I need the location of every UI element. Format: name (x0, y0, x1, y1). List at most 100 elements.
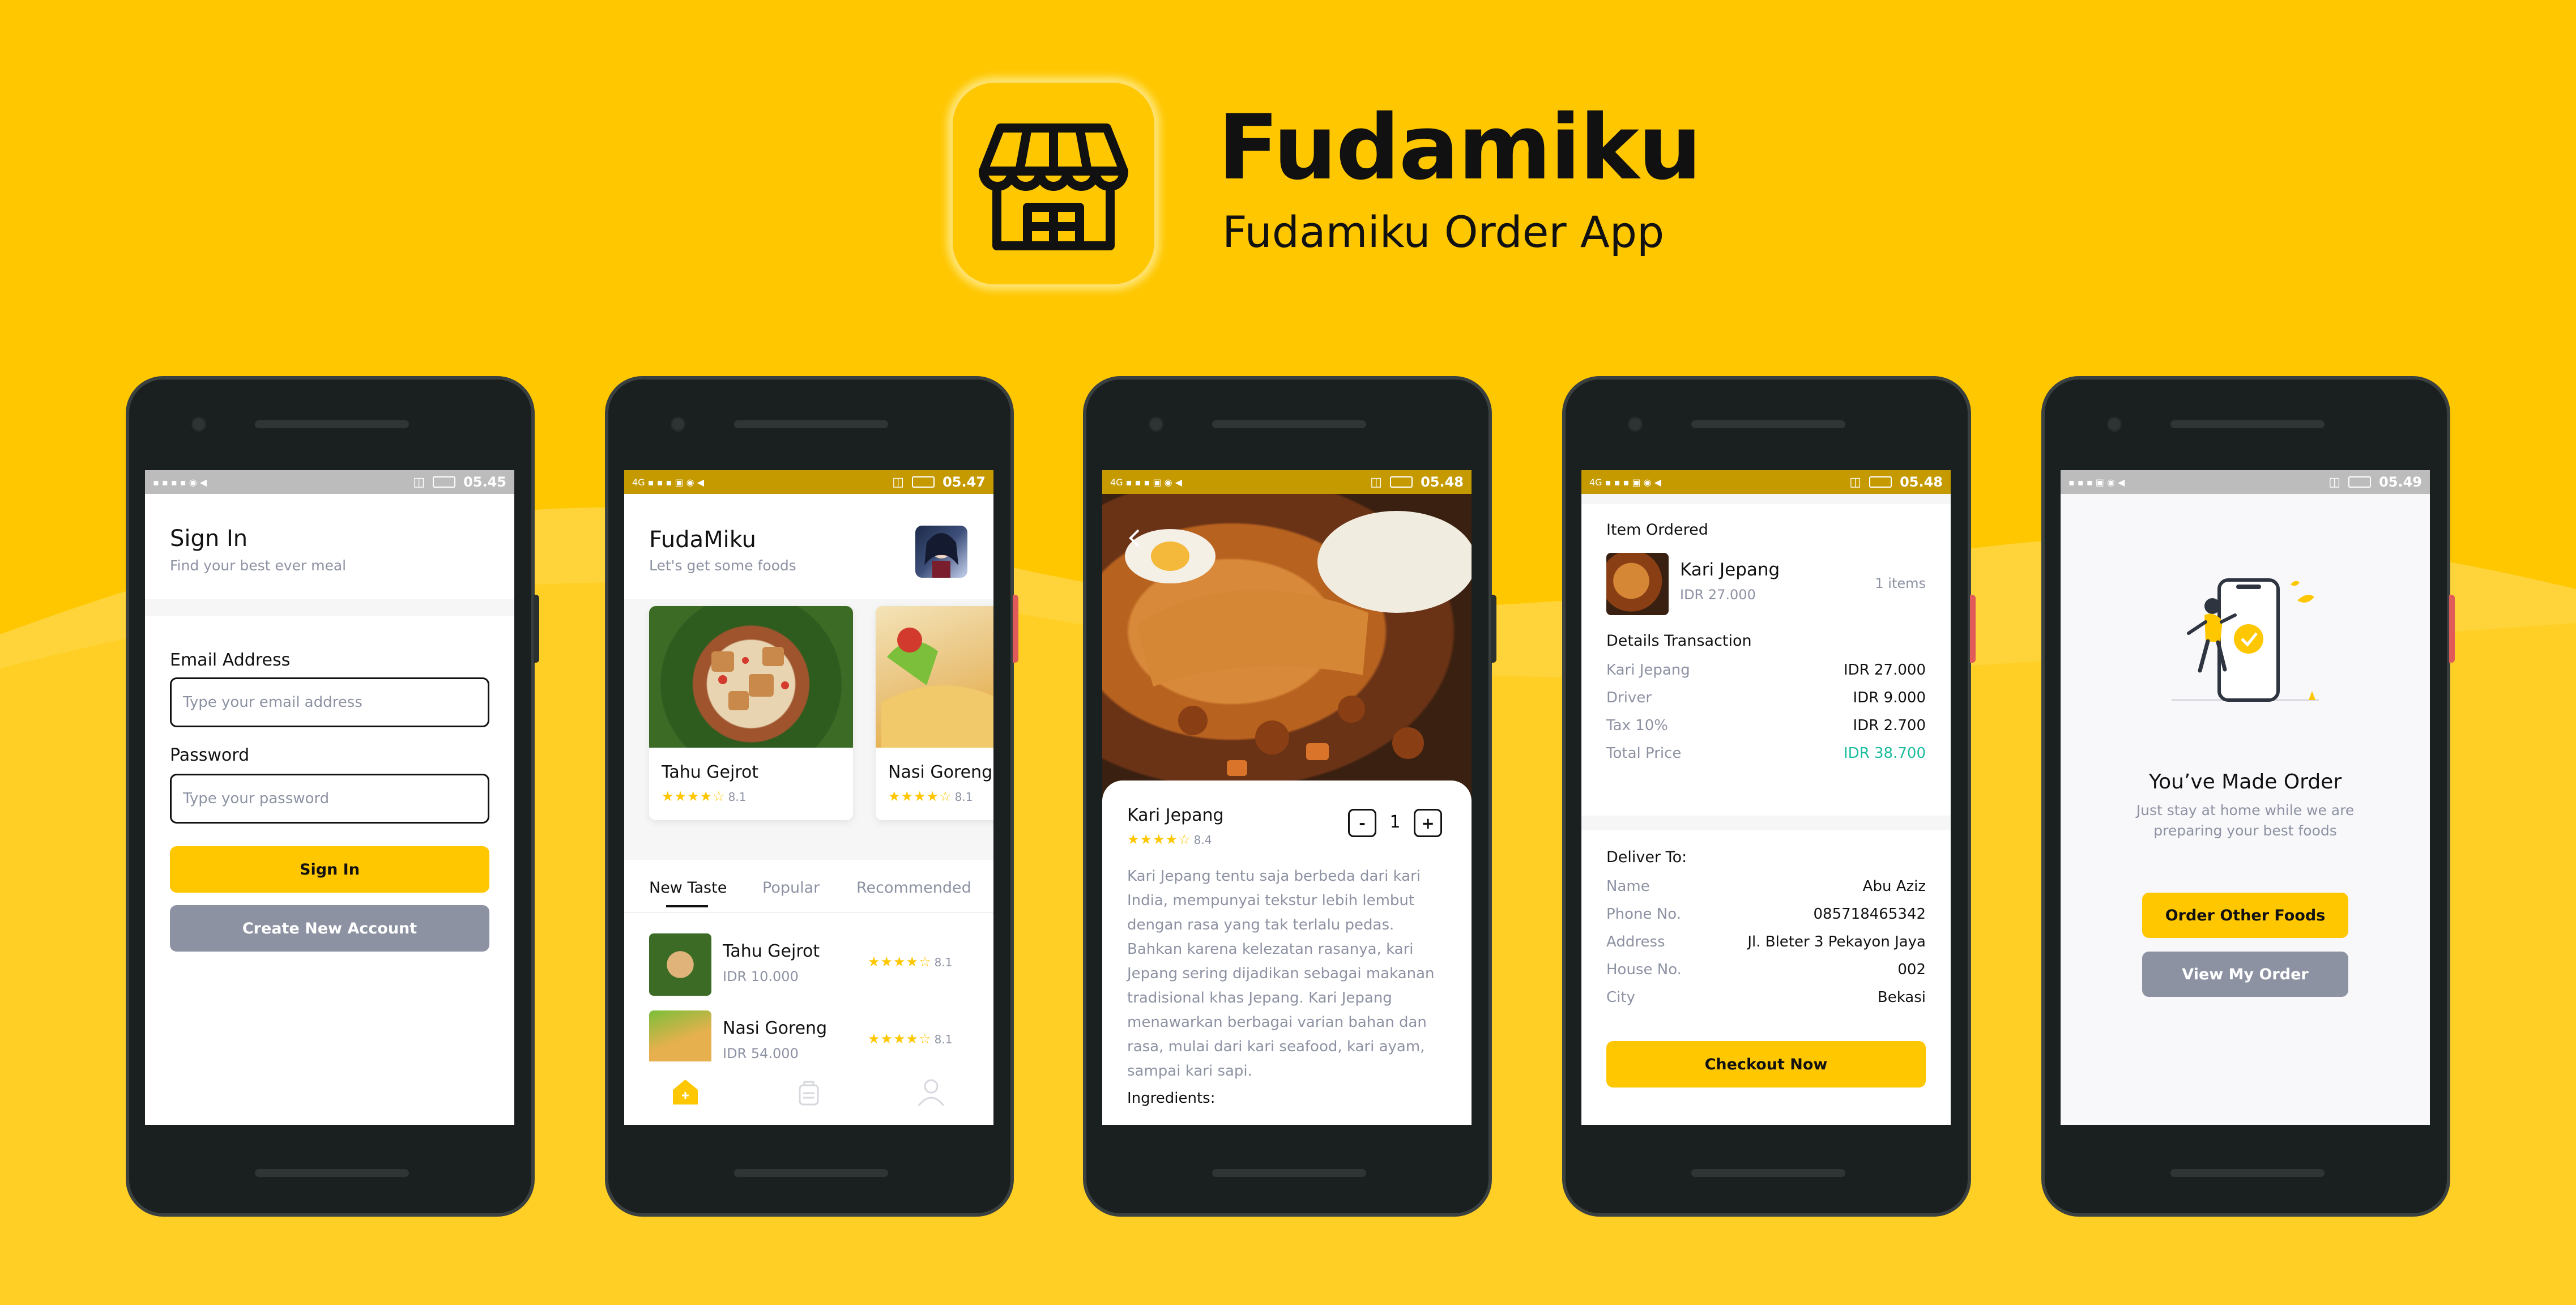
bottom-speaker (255, 1169, 409, 1177)
deliver-label: City (1606, 989, 1635, 1006)
list-item[interactable]: Tahu Gejrot IDR 10.000 ★★★★☆ 8.1 (649, 933, 969, 996)
sign-in-button[interactable]: Sign In (170, 846, 489, 893)
item-ordered-label: Item Ordered (1606, 521, 1708, 539)
status-bar: 4G ▪ ▪ ▪ ▣ ◉ ◀ ◫ 05.47 (624, 470, 993, 494)
camera (1628, 417, 1643, 432)
app-subtitle: Fudamiku Order App (1222, 207, 1665, 257)
bottom-nav (624, 1061, 993, 1125)
rating-stars: ★★★★☆ (888, 788, 952, 804)
status-time: 05.47 (942, 474, 986, 490)
rating-value: 8.1 (934, 1033, 953, 1046)
order-other-foods-button[interactable]: Order Other Foods (2142, 893, 2348, 938)
detail-label: Driver (1606, 689, 1652, 706)
camera (671, 417, 685, 432)
deliver-label: House No. (1606, 961, 1682, 978)
food-hero-image (1102, 494, 1472, 800)
bottom-speaker (2170, 1169, 2325, 1177)
food-description: Kari Jepang tentu saja berbeda dari kari… (1127, 868, 1435, 1080)
speaker (255, 420, 409, 428)
phone-food-detail: 4G ▪ ▪ ▪ ▣ ◉ ◀ ◫ 05.48 Kari Jepang ★★★★☆ … (1083, 376, 1496, 1217)
profile-icon[interactable] (915, 1076, 947, 1108)
food-price: IDR 10.000 (723, 969, 799, 984)
order-bag-icon[interactable] (793, 1076, 825, 1108)
divider (624, 912, 993, 913)
item-qty: 1 items (1875, 575, 1926, 591)
battery-icon (1390, 476, 1413, 488)
rating-value: 8.1 (934, 956, 953, 969)
bottom-speaker (1691, 1169, 1845, 1177)
food-image (649, 606, 853, 748)
rating-value: 8.1 (728, 790, 747, 804)
rating-stars: ★★★★☆ (868, 954, 932, 970)
speaker (1212, 420, 1366, 428)
password-field[interactable]: Type your password (170, 774, 489, 824)
page-subtitle: Let's get some foods (649, 557, 796, 574)
vibrate-icon: ◫ (2328, 475, 2341, 489)
item-name: Kari Jepang (1680, 560, 1780, 580)
deliver-value: 085718465342 (1813, 906, 1926, 923)
view-my-order-button[interactable]: View My Order (2142, 952, 2348, 997)
page-title: Sign In (170, 526, 248, 552)
food-card[interactable]: Nasi Goreng ★★★★☆ 8.1 (876, 606, 993, 820)
store-icon (979, 123, 1128, 250)
email-field[interactable]: Type your email address (170, 677, 489, 727)
side-button (1013, 595, 1018, 663)
status-time: 05.49 (2379, 474, 2422, 490)
detail-value: IDR 2.700 (1853, 717, 1926, 734)
ingredients-label: Ingredients: (1127, 1090, 1216, 1107)
deliver-to-label: Deliver To: (1606, 848, 1687, 866)
rating-stars: ★★★★☆ (868, 1031, 932, 1047)
battery-icon (1869, 476, 1892, 488)
food-name: Tahu Gejrot (662, 762, 759, 782)
status-time: 05.48 (1900, 474, 1943, 490)
speaker (2170, 420, 2325, 428)
item-price: IDR 27.000 (1680, 587, 1756, 603)
tab-recommended[interactable]: Recommended (856, 879, 971, 897)
success-subtitle-line2: preparing your best foods (2153, 822, 2337, 839)
checkout-button[interactable]: Checkout Now (1606, 1041, 1926, 1088)
detail-value: IDR 9.000 (1853, 689, 1926, 706)
tab-new-taste[interactable]: New Taste (649, 879, 727, 897)
home-icon[interactable] (669, 1076, 701, 1108)
divider (145, 599, 514, 616)
phone-order-success: ▪ ▪ ▪ ▣ ◉ ◀ ◫ 05.49 You’ve Made Order Jus… (2041, 376, 2455, 1217)
email-placeholder: Type your email address (183, 694, 362, 711)
order-success-illustration (2172, 578, 2319, 702)
tab-popular[interactable]: Popular (762, 879, 820, 897)
order-success-screen: ▪ ▪ ▪ ▣ ◉ ◀ ◫ 05.49 You’ve Made Order Jus… (2061, 470, 2430, 1125)
page-title: FudaMiku (649, 527, 756, 553)
deliver-value: Bekasi (1877, 989, 1926, 1006)
detail-sheet: Kari Jepang ★★★★☆ 8.4 - 1 + Kari Jepang … (1102, 781, 1472, 1125)
phone-checkout: 4G ▪ ▪ ▪ ▣ ◉ ◀ ◫ 05.48 Item Ordered Kari … (1562, 376, 1976, 1217)
side-button (534, 595, 539, 663)
page-subtitle: Find your best ever meal (170, 557, 347, 574)
camera (2107, 417, 2122, 432)
back-arrow-icon[interactable] (1126, 527, 1143, 549)
increase-quantity-button[interactable]: + (1414, 809, 1442, 837)
rating-value: 8.1 (954, 790, 973, 804)
speaker (734, 420, 888, 428)
vibrate-icon: ◫ (892, 475, 905, 489)
camera (191, 417, 206, 432)
deliver-value: Jl. Bleter 3 Pekayon Jaya (1747, 933, 1926, 950)
email-label: Email Address (170, 650, 291, 670)
food-thumbnail (649, 933, 711, 996)
deliver-value: Abu Aziz (1862, 878, 1926, 895)
signal-icon: 4G ▪ ▪ ▪ ▣ ◉ ◀ (632, 476, 705, 488)
deliver-label: Address (1606, 933, 1665, 950)
food-name: Nasi Goreng (723, 1018, 828, 1038)
deliver-label: Name (1606, 878, 1650, 895)
rating-stars: ★★★★☆ (1127, 831, 1191, 847)
password-placeholder: Type your password (183, 790, 330, 807)
detail-label: Tax 10% (1606, 717, 1668, 734)
vibrate-icon: ◫ (1849, 475, 1862, 489)
create-account-button[interactable]: Create New Account (170, 905, 489, 952)
food-card[interactable]: Tahu Gejrot ★★★★☆ 8.1 (649, 606, 853, 820)
success-subtitle-line1: Just stay at home while we are (2136, 802, 2355, 818)
food-image (876, 606, 993, 748)
decrease-quantity-button[interactable]: - (1348, 809, 1376, 837)
phone-sign-in: ▪ ▪ ▪ ▪ ◉ ◀ ◫ 05.45 Sign In Find your bes… (126, 376, 539, 1217)
status-bar: 4G ▪ ▪ ▪ ▣ ◉ ◀ ◫ 05.48 (1581, 470, 1951, 494)
status-time: 05.48 (1421, 474, 1464, 490)
avatar[interactable] (915, 526, 967, 578)
